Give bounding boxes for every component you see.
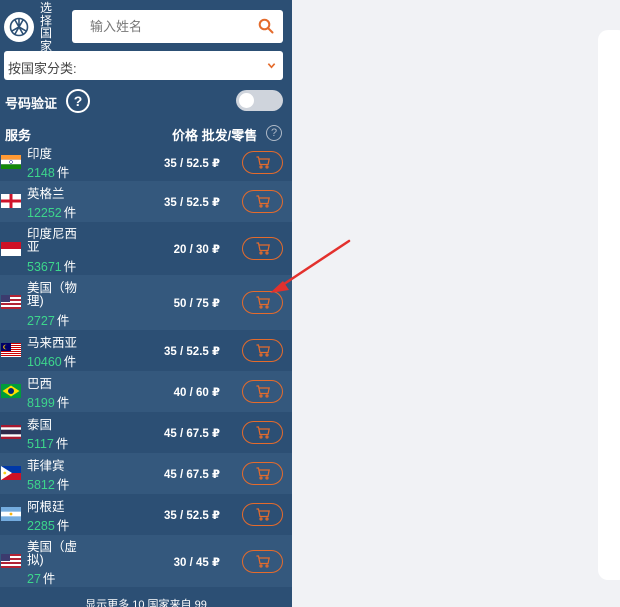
buy-button[interactable] [242,237,283,260]
sidebar: 选择国家 按国家分类: 号码验证 ? 服务 价格 批发/零售 ? 印度 2148… [0,0,292,607]
indonesia-flag-icon [1,242,21,256]
buy-button[interactable] [242,503,283,526]
price-value: 50 / 75 ₽ [173,298,220,310]
buy-button[interactable] [242,462,283,485]
category-select[interactable]: 按国家分类: [4,51,283,80]
country-name: 泰国 [27,418,53,432]
country-name: 巴西 [27,377,53,391]
buy-button[interactable] [242,421,283,444]
price-value: 20 / 30 ₽ [173,244,220,256]
column-price: 价格 批发/零售 [172,128,258,143]
buy-button[interactable] [242,380,283,403]
usa-flag-icon [1,295,21,309]
stock-count: 5812 件 [27,478,70,492]
malaysia-flag-icon [1,343,21,357]
buy-button[interactable] [242,291,283,314]
price-value: 35 / 52.5 ₽ [164,510,220,522]
country-row[interactable]: 马来西亚 10460 件 35 / 52.5 ₽ [0,330,292,371]
cart-icon [256,385,270,398]
buy-button[interactable] [242,550,283,573]
stock-count: 5117 件 [27,437,69,451]
country-row[interactable]: 泰国 5117 件 45 / 67.5 ₽ [0,412,292,453]
country-name: 美国（物理) [27,281,78,308]
cart-icon [256,195,270,208]
column-service: 服务 [5,128,32,143]
price-value: 35 / 52.5 ₽ [164,346,220,358]
stock-count: 53671 件 [27,260,77,274]
openai-logo-icon[interactable] [4,12,34,42]
argentina-flag-icon [1,507,21,521]
country-row[interactable]: 巴西 8199 件 40 / 60 ₽ [0,371,292,412]
price-help-icon[interactable]: ? [266,125,282,141]
country-row[interactable]: 阿根廷 2285 件 35 / 52.5 ₽ [0,494,292,535]
cart-icon [256,555,270,568]
country-row[interactable]: 美国（虚拟) 27 件 30 / 45 ₽ [0,535,292,587]
stock-count: 8199 件 [27,396,70,410]
cart-icon [256,426,270,439]
price-value: 45 / 67.5 ₽ [164,469,220,481]
price-value: 40 / 60 ₽ [173,387,220,399]
country-row[interactable]: 印度 2148 件 35 / 52.5 ₽ [0,143,292,181]
stock-count: 2727 件 [27,314,70,328]
india-flag-icon [1,155,21,169]
country-name: 菲律宾 [27,459,65,473]
stock-count: 27 件 [27,572,56,586]
cart-icon [256,156,270,169]
country-row[interactable]: 菲律宾 5812 件 45 / 67.5 ₽ [0,453,292,494]
brazil-flag-icon [1,384,21,398]
usa-flag-icon [1,554,21,568]
cart-icon [256,508,270,521]
show-more-link[interactable]: 显示更多 10 国家来自 99 [0,596,292,607]
select-country-label: 选择国家 [40,1,53,53]
country-list: 印度 2148 件 35 / 52.5 ₽ 英格兰 12252 件 35 / 52.… [0,143,292,587]
price-value: 45 / 67.5 ₽ [164,428,220,440]
england-flag-icon [1,194,21,208]
buy-button[interactable] [242,339,283,362]
cart-icon [256,242,270,255]
help-icon[interactable]: ? [66,89,90,113]
stock-count: 12252 件 [27,206,77,220]
price-value: 35 / 52.5 ₽ [164,158,220,170]
country-name: 印度尼西亚 [27,227,78,254]
search-input[interactable] [72,10,242,43]
content-card [598,30,620,580]
price-value: 30 / 45 ₽ [173,557,220,569]
country-name: 印度 [27,147,53,161]
philippines-flag-icon [1,466,21,480]
country-name: 阿根廷 [27,500,65,514]
country-row[interactable]: 印度尼西亚 53671 件 20 / 30 ₽ [0,222,292,275]
cart-icon [256,296,270,309]
toggle-knob [239,93,254,108]
buy-button[interactable] [242,190,283,213]
main-background [292,0,620,607]
thailand-flag-icon [1,425,21,439]
country-name: 英格兰 [27,187,65,201]
country-name: 马来西亚 [27,336,78,350]
stock-count: 2285 件 [27,519,70,533]
cart-icon [256,344,270,357]
stock-count: 2148 件 [27,166,70,180]
category-select-value: 按国家分类: [8,61,77,76]
price-value: 35 / 52.5 ₽ [164,197,220,209]
verify-toggle[interactable] [236,90,283,111]
cart-icon [256,467,270,480]
country-row[interactable]: 英格兰 12252 件 35 / 52.5 ₽ [0,181,292,222]
verify-label: 号码验证 [5,96,58,111]
search-icon[interactable] [258,18,274,34]
buy-button[interactable] [242,151,283,174]
stock-count: 10460 件 [27,355,77,369]
country-name: 美国（虚拟) [27,540,78,567]
chevron-down-icon [267,63,276,69]
country-row[interactable]: 美国（物理) 2727 件 50 / 75 ₽ [0,275,292,330]
search-box [72,10,283,43]
